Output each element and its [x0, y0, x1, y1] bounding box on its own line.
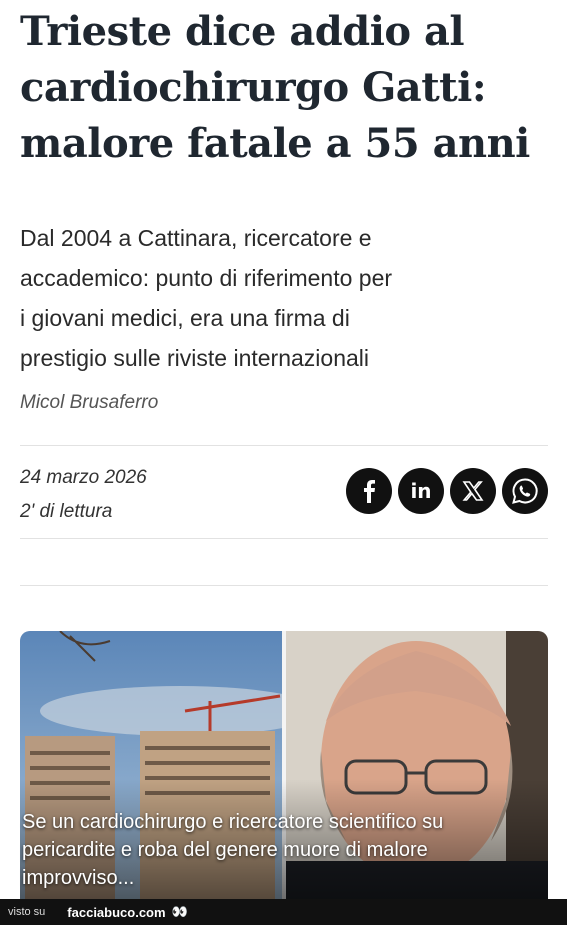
summary-line: i giovani medici, era una firma di [20, 305, 350, 331]
share-whatsapp-button[interactable] [502, 468, 548, 514]
share-linkedin-button[interactable]: in [398, 468, 444, 514]
article-summary: Dal 2004 a Cattinara, ricercatore e acca… [20, 218, 520, 378]
headline-line: cardiochirurgo Gatti: [20, 64, 487, 111]
article-meta: 24 marzo 2026 2' di lettura [20, 461, 147, 529]
site-logo[interactable]: facciabuco.com [67, 905, 165, 920]
summary-line: prestigio sulle riviste internazionali [20, 345, 369, 371]
author-link[interactable]: Micol Brusaferro [20, 392, 158, 414]
whatsapp-icon [512, 478, 538, 504]
divider [20, 445, 548, 446]
facebook-icon [364, 480, 375, 503]
share-bar: in [346, 468, 548, 514]
caption-line: improvviso... [22, 867, 135, 889]
divider [20, 585, 548, 586]
watermark-bar: visto su facciabuco.com 👀 [0, 899, 567, 925]
divider [20, 538, 548, 539]
share-x-button[interactable] [450, 468, 496, 514]
linkedin-icon: in [410, 479, 432, 503]
publish-date: 24 marzo 2026 [20, 467, 147, 488]
caption-line: Se un cardiochirurgo e ricercatore scien… [22, 811, 444, 833]
eyes-icon: 👀 [171, 904, 188, 919]
caption-line: pericardite e roba del genere muore di m… [22, 839, 428, 861]
share-facebook-button[interactable] [346, 468, 392, 514]
article-headline: Trieste dice addio al cardiochirurgo Gat… [20, 4, 550, 172]
summary-line: accademico: punto di riferimento per [20, 265, 393, 291]
headline-line: Trieste dice addio al [20, 8, 465, 55]
visto-su-label: visto su [8, 906, 46, 918]
meme-caption: Se un cardiochirurgo e ricercatore scien… [22, 808, 542, 892]
summary-line: Dal 2004 a Cattinara, ricercatore e [20, 225, 372, 251]
headline-line: malore fatale a 55 anni [20, 120, 530, 167]
x-icon [462, 481, 484, 501]
reading-time: 2' di lettura [20, 501, 113, 522]
